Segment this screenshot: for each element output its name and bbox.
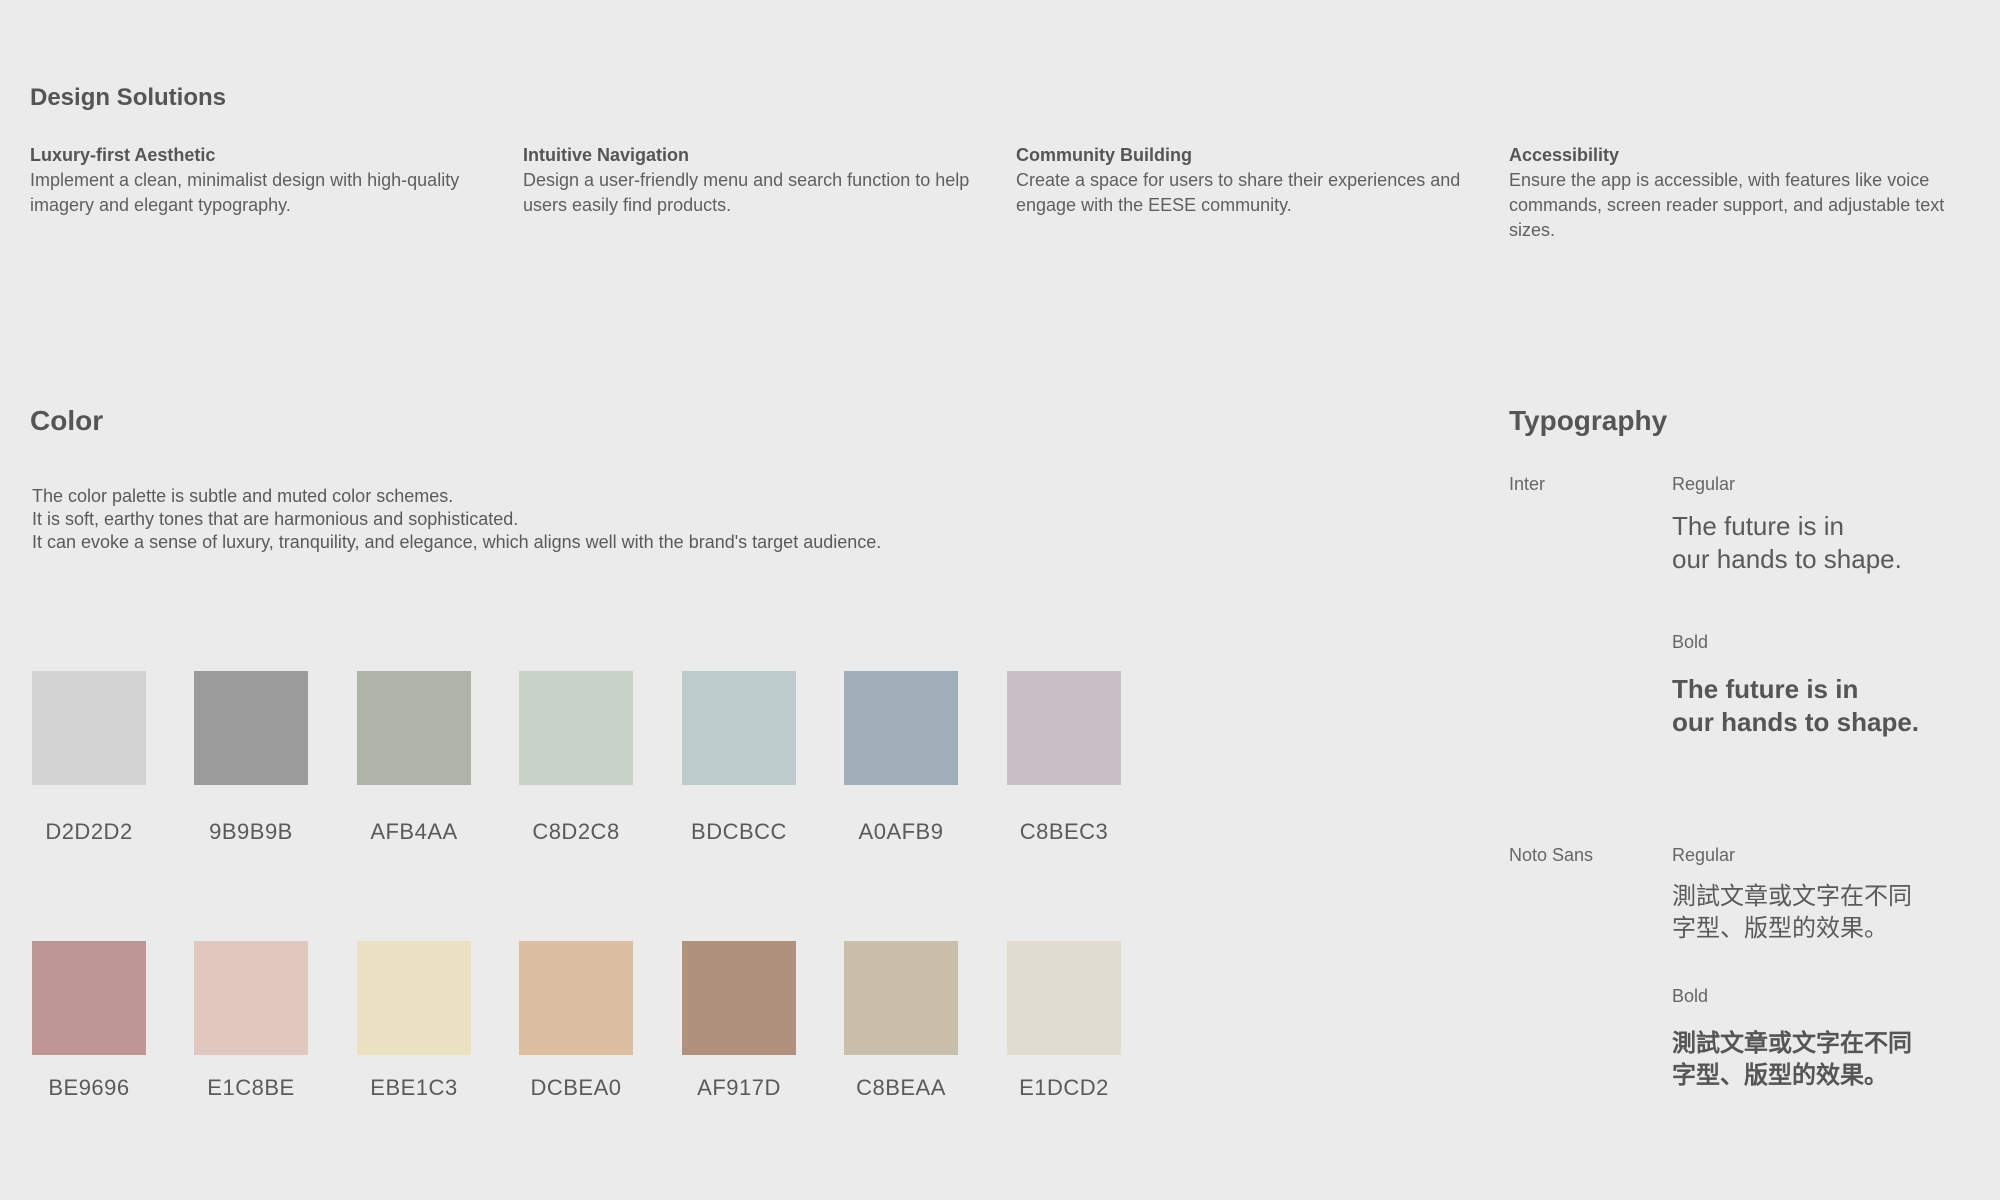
weight-label-regular: Regular [1672, 474, 1736, 494]
weight-label-bold: Bold [1672, 632, 1709, 652]
sample-line: The future is in [1672, 674, 1859, 704]
color-swatch-card: AF917D [658, 941, 820, 1101]
font-sample-bold-cjk: 測試文章或文字在不同 字型、版型的效果。 [1672, 1028, 1912, 1092]
sample-line: our hands to shape. [1672, 707, 1920, 737]
sample-line: our hands to shape. [1672, 544, 1902, 574]
weight-label-regular: Regular [1672, 845, 1736, 865]
color-swatch-label: DCBEA0 [530, 1075, 622, 1100]
weight-label-bold: Bold [1672, 986, 1709, 1006]
color-swatch-card: C8BEC3 [983, 671, 1145, 845]
color-swatch-label: 9B9B9B [209, 819, 293, 844]
color-swatch [357, 941, 471, 1055]
color-swatch [357, 671, 471, 785]
color-swatch-card: A0AFB9 [820, 671, 982, 845]
solution-description: Create a space for users to share their … [1016, 170, 1461, 215]
color-swatch-label: AFB4AA [370, 819, 458, 844]
color-swatch-label: C8D2C8 [532, 819, 620, 844]
color-swatch-label: A0AFB9 [858, 819, 944, 844]
font-sample-bold: The future is in our hands to shape. [1672, 673, 1919, 739]
solution-description: Design a user-friendly menu and search f… [523, 170, 970, 215]
color-swatch-card: 9B9B9B [170, 671, 332, 845]
color-swatch-card: E1DCD2 [983, 941, 1145, 1101]
font-sample-regular: The future is in our hands to shape. [1672, 510, 1902, 576]
solution-title: Luxury-first Aesthetic [30, 145, 216, 165]
color-swatch-label: E1C8BE [207, 1075, 295, 1100]
color-swatch-card: AFB4AA [333, 671, 495, 845]
sample-line: 測試文章或文字在不同 [1672, 883, 1912, 910]
solution-description: Ensure the app is accessible, with featu… [1509, 170, 1945, 240]
color-swatch-label: D2D2D2 [45, 819, 133, 844]
color-swatch [519, 671, 633, 785]
color-description-line: It can evoke a sense of luxury, tranquil… [32, 532, 882, 552]
color-swatch-card: BDCBCC [658, 671, 820, 845]
color-swatch-label: AF917D [697, 1075, 781, 1100]
typography-heading: Typography [1509, 405, 1668, 436]
sample-line: The future is in [1672, 511, 1844, 541]
color-description-line: The color palette is subtle and muted co… [32, 486, 454, 506]
color-description: The color palette is subtle and muted co… [32, 485, 881, 554]
solution-intuitive-navigation: Intuitive Navigation Design a user-frien… [523, 143, 983, 218]
solution-accessibility: Accessibility Ensure the app is accessib… [1509, 143, 1969, 243]
solution-title: Accessibility [1509, 145, 1620, 165]
color-swatch [194, 941, 308, 1055]
color-swatch-card: BE9696 [8, 941, 170, 1101]
font-name-noto-sans: Noto Sans [1509, 845, 1594, 865]
sample-line: 字型、版型的效果。 [1672, 1062, 1888, 1089]
color-swatch-label: BDCBCC [691, 819, 787, 844]
sample-line: 測試文章或文字在不同 [1672, 1030, 1912, 1057]
solution-title: Intuitive Navigation [523, 145, 690, 165]
color-swatch-card: D2D2D2 [8, 671, 170, 845]
color-swatch [194, 671, 308, 785]
solution-title: Community Building [1016, 145, 1192, 165]
color-swatch [32, 941, 146, 1055]
color-swatch-label: C8BEC3 [1019, 819, 1109, 844]
font-name-inter: Inter [1509, 474, 1546, 494]
color-swatch [1007, 671, 1121, 785]
sample-line: 字型、版型的效果。 [1672, 915, 1888, 942]
color-swatch [844, 941, 958, 1055]
color-swatch-label: C8BEAA [856, 1075, 946, 1100]
color-description-line: It is soft, earthy tones that are harmon… [32, 509, 519, 529]
color-swatch-label: E1DCD2 [1019, 1075, 1109, 1100]
color-swatch-card: DCBEA0 [495, 941, 657, 1101]
color-heading: Color [30, 405, 104, 436]
color-swatch-card: C8BEAA [820, 941, 982, 1101]
color-swatch [1007, 941, 1121, 1055]
solution-luxury-first: Luxury-first Aesthetic Implement a clean… [30, 143, 490, 218]
color-swatch [682, 941, 796, 1055]
color-swatch-label: BE9696 [48, 1075, 130, 1100]
color-swatch [844, 671, 958, 785]
color-swatch [682, 671, 796, 785]
color-swatch-card: E1C8BE [170, 941, 332, 1101]
font-sample-regular-cjk: 測試文章或文字在不同 字型、版型的效果。 [1672, 881, 1912, 945]
color-swatch-label: EBE1C3 [370, 1075, 458, 1100]
color-swatch [519, 941, 633, 1055]
color-swatch-card: C8D2C8 [495, 671, 657, 845]
color-swatch [32, 671, 146, 785]
color-swatch-card: EBE1C3 [333, 941, 495, 1101]
solution-description: Implement a clean, minimalist design wit… [30, 170, 460, 215]
solution-community-building: Community Building Create a space for us… [1016, 143, 1476, 218]
design-solutions-heading: Design Solutions [30, 84, 227, 111]
